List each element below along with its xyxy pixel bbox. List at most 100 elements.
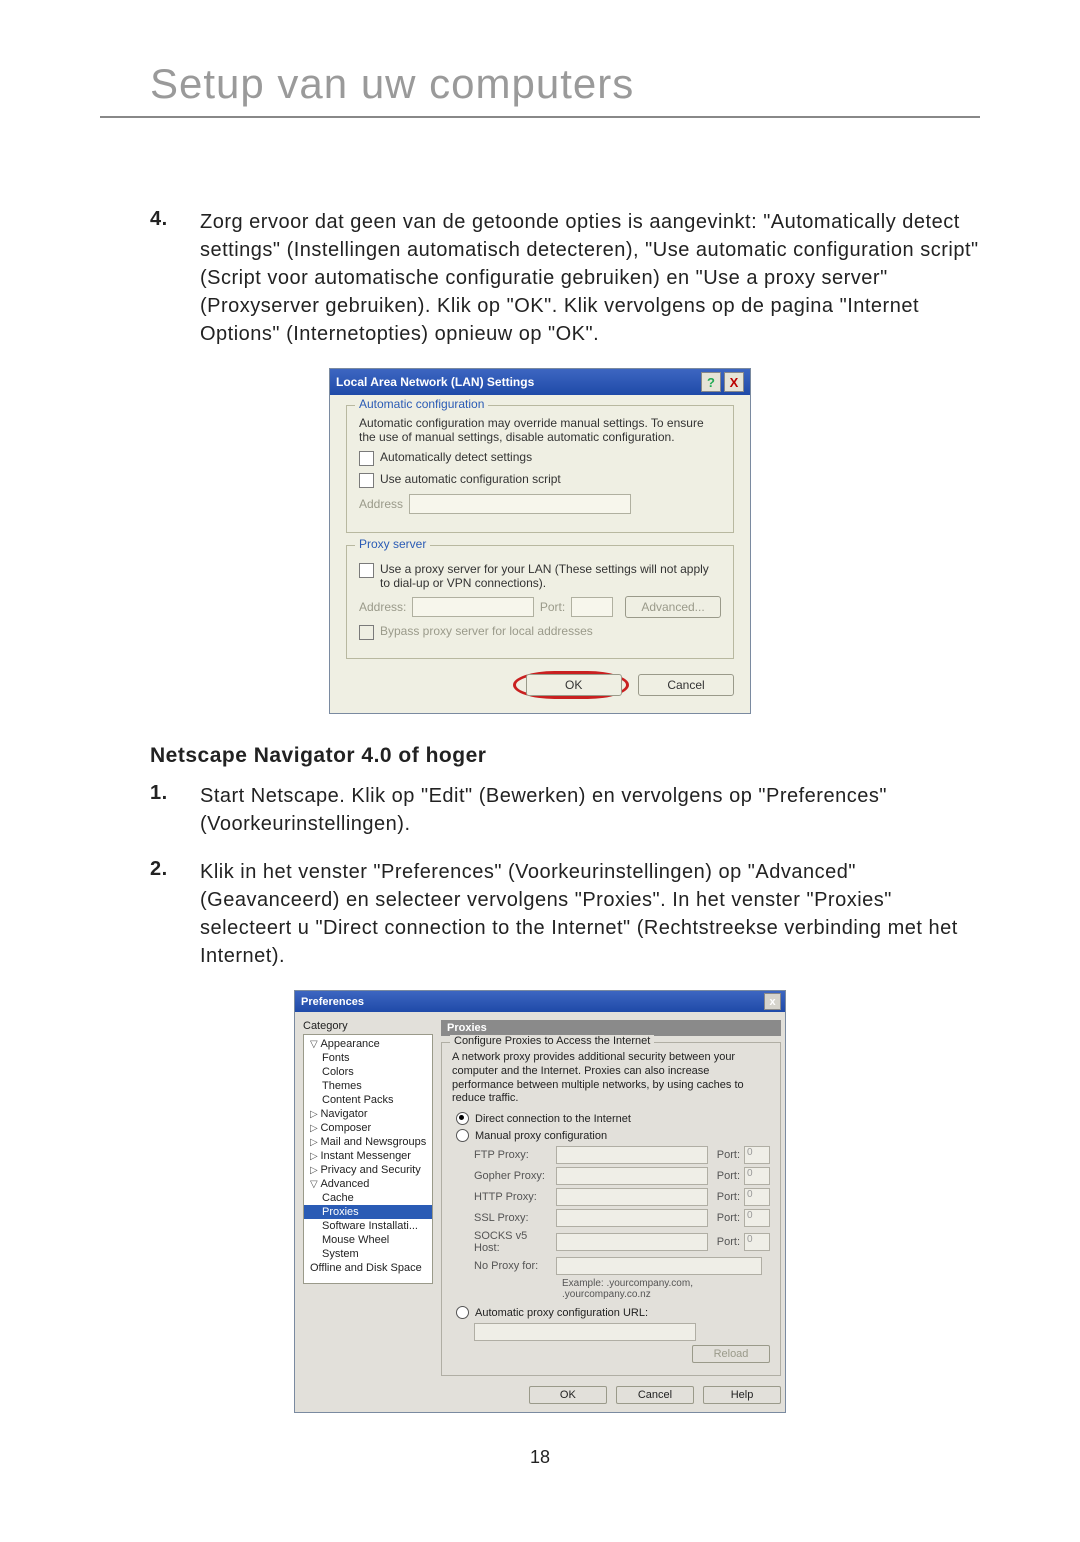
tree-item-fonts[interactable]: Fonts [304, 1051, 432, 1065]
http-proxy-input[interactable] [556, 1188, 708, 1206]
tree-item-themes[interactable]: Themes [304, 1079, 432, 1093]
manual-proxy-radio[interactable]: Manual proxy configuration [456, 1129, 770, 1142]
netscape-step-1: 1. Start Netscape. Klik op "Edit" (Bewer… [100, 782, 980, 838]
netscape-step-2: 2. Klik in het venster "Preferences" (Vo… [100, 858, 980, 970]
address-label: Address [359, 497, 403, 511]
checkbox-icon [359, 473, 374, 488]
port-label: Port: [712, 1212, 740, 1224]
tree-item-mouse-wheel[interactable]: Mouse Wheel [304, 1233, 432, 1247]
reload-button[interactable]: Reload [692, 1345, 770, 1363]
port-label: Port: [712, 1149, 740, 1161]
close-icon[interactable]: X [724, 372, 744, 392]
radio-label: Direct connection to the Internet [475, 1113, 631, 1125]
radio-icon [456, 1306, 469, 1319]
tree-item-instant-messenger[interactable]: Instant Messenger [304, 1149, 432, 1163]
checkbox-icon [359, 625, 374, 640]
step-text: Start Netscape. Klik op "Edit" (Bewerken… [200, 782, 980, 838]
checkbox-label: Use a proxy server for your LAN (These s… [380, 562, 721, 590]
tree-item-offline[interactable]: Offline and Disk Space [304, 1261, 432, 1275]
socks-host-label: SOCKS v5 Host: [474, 1230, 552, 1254]
tree-item-system[interactable]: System [304, 1247, 432, 1261]
help-button[interactable]: Help [703, 1386, 781, 1404]
tree-item-software[interactable]: Software Installati... [304, 1219, 432, 1233]
close-icon[interactable]: x [764, 993, 781, 1010]
lan-title-text: Local Area Network (LAN) Settings [336, 375, 698, 389]
proxy-port-label: Port: [540, 600, 565, 614]
use-proxy-checkbox[interactable]: Use a proxy server for your LAN (These s… [359, 562, 721, 590]
direct-connection-radio[interactable]: Direct connection to the Internet [456, 1112, 770, 1125]
ssl-proxy-label: SSL Proxy: [474, 1212, 552, 1224]
checkbox-label: Automatically detect settings [380, 450, 532, 464]
radio-label: Manual proxy configuration [475, 1130, 607, 1142]
auto-script-checkbox[interactable]: Use automatic configuration script [359, 472, 721, 488]
port-label: Port: [712, 1191, 740, 1203]
proxy-address-input[interactable] [412, 597, 533, 617]
proxy-port-input[interactable] [571, 597, 613, 617]
socks-host-input[interactable] [556, 1233, 708, 1251]
lan-settings-dialog: Local Area Network (LAN) Settings ? X Au… [329, 368, 751, 714]
tree-item-proxies[interactable]: Proxies [304, 1205, 432, 1219]
ok-button[interactable]: OK [526, 674, 622, 696]
auto-detect-checkbox[interactable]: Automatically detect settings [359, 450, 721, 466]
gopher-port-input[interactable]: 0 [744, 1167, 770, 1185]
tree-item-cache[interactable]: Cache [304, 1191, 432, 1205]
proxy-server-group: Proxy server Use a proxy server for your… [346, 545, 734, 659]
group-legend: Automatic configuration [355, 397, 488, 411]
lan-titlebar: Local Area Network (LAN) Settings ? X [330, 369, 750, 395]
advanced-button[interactable]: Advanced... [625, 596, 721, 618]
netscape-subheading: Netscape Navigator 4.0 of hoger [150, 744, 980, 768]
proxy-address-label: Address: [359, 600, 406, 614]
radio-icon [456, 1129, 469, 1142]
checkbox-icon [359, 563, 374, 578]
tree-item-colors[interactable]: Colors [304, 1065, 432, 1079]
port-label: Port: [712, 1170, 740, 1182]
ok-highlight: OK [513, 671, 629, 699]
checkbox-label: Bypass proxy server for local addresses [380, 624, 593, 638]
socks-port-input[interactable]: 0 [744, 1233, 770, 1251]
page-title: Setup van uw computers [150, 60, 980, 108]
category-label: Category [303, 1020, 433, 1032]
ns-titlebar: Preferences x [295, 991, 785, 1012]
ssl-port-input[interactable]: 0 [744, 1209, 770, 1227]
tree-item-advanced[interactable]: Advanced [304, 1177, 432, 1191]
cancel-button[interactable]: Cancel [616, 1386, 694, 1404]
auto-proxy-url-radio[interactable]: Automatic proxy configuration URL: [456, 1306, 770, 1319]
ok-button[interactable]: OK [529, 1386, 607, 1404]
tree-item-content-packs[interactable]: Content Packs [304, 1093, 432, 1107]
tree-item-composer[interactable]: Composer [304, 1121, 432, 1135]
http-port-input[interactable]: 0 [744, 1188, 770, 1206]
radio-label: Automatic proxy configuration URL: [475, 1307, 648, 1319]
no-proxy-input[interactable] [556, 1257, 762, 1275]
step-4-text: Zorg ervoor dat geen van de getoonde opt… [200, 208, 980, 348]
tree-item-privacy[interactable]: Privacy and Security [304, 1163, 432, 1177]
group-description: Automatic configuration may override man… [359, 416, 721, 444]
ssl-proxy-input[interactable] [556, 1209, 708, 1227]
proxies-group: Configure Proxies to Access the Internet… [441, 1042, 781, 1376]
ftp-port-input[interactable]: 0 [744, 1146, 770, 1164]
category-tree[interactable]: Appearance Fonts Colors Themes Content P… [303, 1034, 433, 1284]
help-icon[interactable]: ? [701, 372, 721, 392]
radio-icon [456, 1112, 469, 1125]
address-input[interactable] [409, 494, 631, 514]
step-number: 1. [100, 782, 200, 838]
group-description: A network proxy provides additional secu… [452, 1051, 770, 1106]
tree-item-navigator[interactable]: Navigator [304, 1107, 432, 1121]
checkbox-icon [359, 451, 374, 466]
ns-title-text: Preferences [301, 996, 764, 1008]
title-rule [100, 116, 980, 118]
step-4: 4. Zorg ervoor dat geen van de getoonde … [100, 208, 980, 348]
gopher-proxy-input[interactable] [556, 1167, 708, 1185]
bypass-checkbox[interactable]: Bypass proxy server for local addresses [359, 624, 721, 640]
gopher-proxy-label: Gopher Proxy: [474, 1170, 552, 1182]
port-label: Port: [712, 1236, 740, 1248]
ftp-proxy-input[interactable] [556, 1146, 708, 1164]
proxies-header: Proxies [441, 1020, 781, 1036]
page-number: 18 [100, 1447, 980, 1468]
tree-item-appearance[interactable]: Appearance [304, 1037, 432, 1051]
step-number: 2. [100, 858, 200, 970]
tree-item-mail[interactable]: Mail and Newsgroups [304, 1135, 432, 1149]
cancel-button[interactable]: Cancel [638, 674, 734, 696]
auto-proxy-url-input[interactable] [474, 1323, 696, 1341]
group-legend: Proxy server [355, 537, 430, 551]
group-legend: Configure Proxies to Access the Internet [450, 1035, 654, 1047]
